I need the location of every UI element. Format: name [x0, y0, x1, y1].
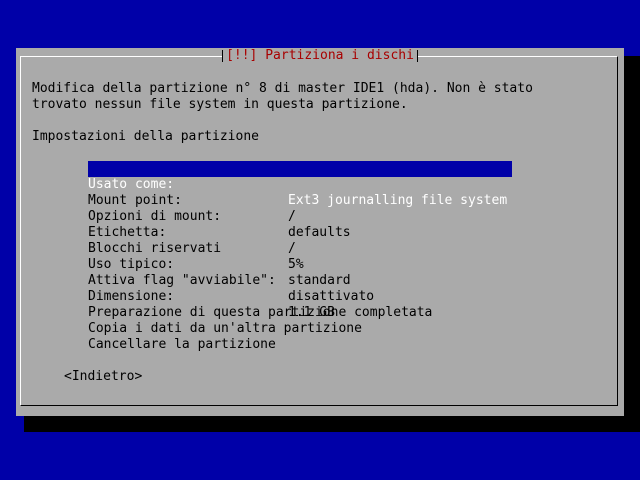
setting-value: / [288, 241, 296, 256]
back-button[interactable]: <Indietro> [64, 369, 142, 385]
section-heading: Impostazioni della partizione [32, 129, 259, 144]
setting-value: 5% [288, 257, 304, 272]
setting-reserved-blocks[interactable]: Blocchi riservati 5% [88, 225, 304, 272]
description-line-2: trovato nessun file system in questa par… [32, 97, 408, 112]
setting-value: Ext3 journalling file system [288, 193, 508, 208]
description-line-1: Modifica della partizione n° 8 di master… [32, 81, 533, 96]
setting-typical-usage[interactable]: Uso tipico: standard [88, 241, 351, 288]
setting-mount-point[interactable]: Mount point: / [88, 177, 296, 224]
setting-mount-options[interactable]: Opzioni di mount: defaults [88, 193, 351, 240]
setting-value: / [288, 209, 296, 224]
setting-size: Dimensione: 1.1 GB [88, 273, 335, 320]
partition-dialog: [!!] Partiziona i dischi Modifica della … [16, 48, 624, 416]
action-done-setting-up[interactable]: Preparazione di questa partizione comple… [88, 305, 432, 321]
setting-value: standard [288, 273, 351, 288]
action-delete-partition[interactable]: Cancellare la partizione [88, 337, 276, 353]
dialog-title: [!!] Partiziona i dischi [222, 48, 418, 64]
setting-bootable-flag[interactable]: Attiva flag "avviabile": disattivato [88, 257, 374, 304]
setting-label-name[interactable]: Etichetta: / [88, 209, 296, 256]
dialog-title-bar: [!!] Partiziona i dischi [16, 48, 624, 64]
action-copy-data[interactable]: Copia i dati da un'altra partizione [88, 321, 362, 337]
setting-label: Dimensione: [88, 289, 175, 304]
setting-value: defaults [288, 225, 351, 240]
setting-used-as[interactable]: Usato come: Ext3 journalling file system [88, 161, 512, 208]
setting-value: disattivato [288, 289, 375, 304]
